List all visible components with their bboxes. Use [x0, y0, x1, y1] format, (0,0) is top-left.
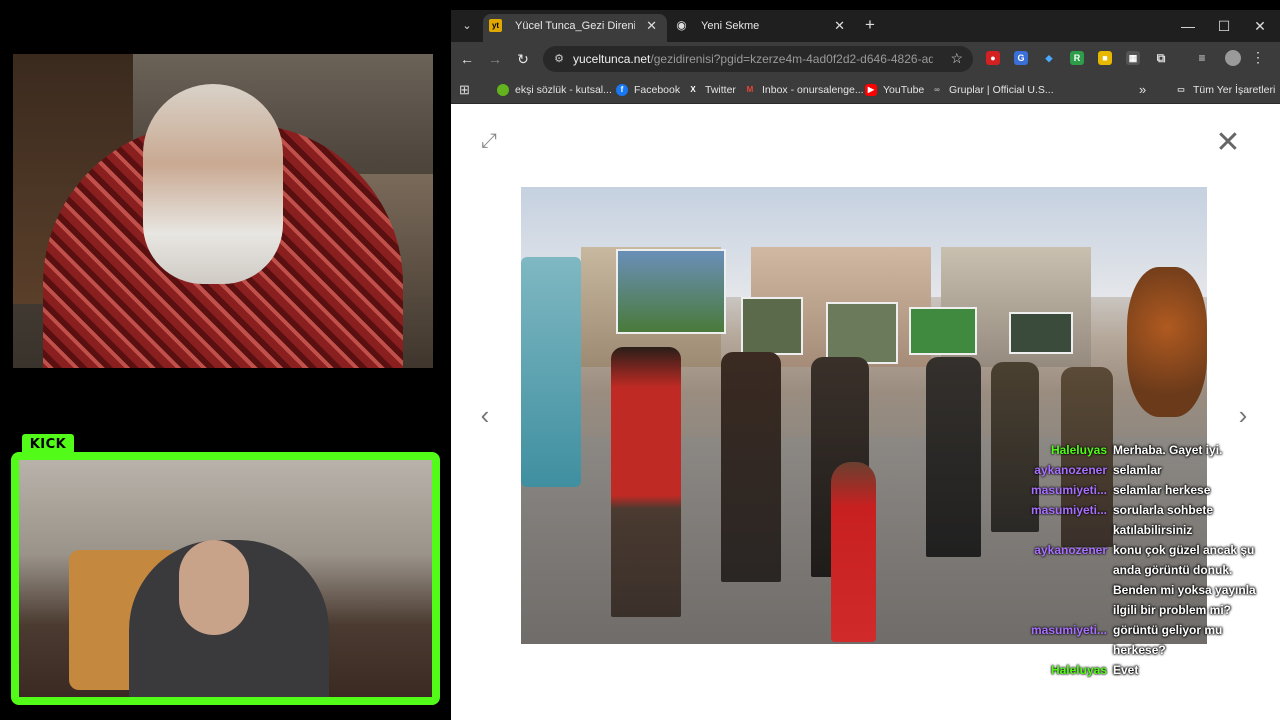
chat-text: selamlar: [1113, 463, 1162, 477]
photo-person: [926, 357, 981, 557]
chat-message: masumiyeti... görüntü geliyor mu herkese?: [1011, 620, 1273, 660]
next-arrow-icon[interactable]: ›: [1233, 400, 1253, 430]
chat-message: masumiyeti... sorularla sohbete katılabil…: [1011, 500, 1273, 540]
photo-person-red-jacket: [611, 347, 681, 617]
tab-new-tab[interactable]: ◉ Yeni Sekme ✕: [669, 14, 855, 42]
toolbar: ← → ↻ ⚙ yuceltunca.net/gezidirenisi?pgid…: [451, 42, 1280, 76]
tab-active[interactable]: yt Yücel Tunca_Gezi Direnişi_(20). ✕: [483, 14, 667, 42]
tab-search-icon[interactable]: ⌄: [457, 16, 477, 36]
youtube-icon: ▶: [865, 84, 877, 96]
notes-extension-icon[interactable]: ■: [1098, 51, 1112, 65]
back-icon[interactable]: ←: [457, 49, 477, 69]
media-icon[interactable]: ≡: [1195, 51, 1209, 65]
photo-child: [831, 462, 876, 642]
menu-icon[interactable]: ⋮: [1251, 49, 1265, 66]
chat-username: Haleluyas: [1050, 443, 1107, 457]
close-window-icon[interactable]: ✕: [1242, 10, 1278, 42]
chat-message: aykanozener konu çok güzel ancak şu anda …: [1011, 540, 1273, 620]
eksi-icon: [497, 84, 509, 96]
adblock-icon[interactable]: ●: [986, 51, 1000, 65]
close-lightbox-icon[interactable]: ✕: [1213, 128, 1243, 158]
webcam-host: [13, 54, 433, 368]
chat-username: aykanozener: [1034, 463, 1107, 477]
webcam-guest: [11, 452, 440, 705]
maximize-icon[interactable]: ☐: [1206, 10, 1242, 42]
chat-username: aykanozener: [1034, 543, 1107, 557]
tab-title: Yeni Sekme: [701, 20, 760, 32]
chat-message: Haleluyas Merhaba. Gayet iyi.: [1011, 440, 1273, 460]
folder-icon: ▭: [1177, 85, 1185, 94]
chat-text: görüntü geliyor mu herkese?: [1113, 623, 1223, 657]
more-bookmarks-icon[interactable]: »: [1139, 82, 1146, 98]
bookmark-gruplar[interactable]: ∞ Gruplar | Official U.S...: [931, 82, 1054, 98]
kick-logo: KICK: [22, 434, 74, 454]
chat-message: Haleluyas Evet: [1011, 660, 1273, 680]
tab-title: Yücel Tunca_Gezi Direnişi_(20).: [515, 20, 635, 32]
bookmark-facebook[interactable]: f Facebook: [616, 82, 680, 98]
profile-avatar[interactable]: [1225, 50, 1241, 66]
minimize-icon[interactable]: —: [1170, 10, 1206, 42]
bookmark-gmail[interactable]: M Inbox - onursalenge...: [744, 82, 864, 98]
photo-tree: [1127, 267, 1207, 417]
bookmarks-bar: ⊞ ekşi sözlük - kutsal... f Facebook X Twi…: [451, 76, 1280, 104]
page-content: ⤢ ✕ ‹ › Haleluyas Merhaba. Gayet iyi. ay…: [451, 104, 1280, 720]
apps-icon[interactable]: ⊞: [459, 82, 470, 98]
chat-text: sorularla sohbete katılabilirsiniz: [1113, 503, 1214, 537]
photo-sign: [909, 307, 977, 355]
gmail-icon: M: [746, 85, 754, 94]
chat-text: selamlar herkese: [1113, 483, 1211, 497]
all-bookmarks[interactable]: ▭ Tüm Yer İşaretleri: [1175, 82, 1275, 98]
close-tab-icon[interactable]: ✕: [834, 14, 845, 38]
yt-favicon-icon: yt: [489, 19, 502, 32]
chat-username: masumiyeti...: [1030, 483, 1107, 497]
url-text[interactable]: yuceltunca.net/gezidirenisi?pgid=kzerze4…: [573, 46, 933, 72]
chat-username: masumiyeti...: [1030, 503, 1107, 517]
reload-icon[interactable]: ↻: [513, 49, 533, 69]
site-info-icon[interactable]: ⚙: [551, 51, 567, 67]
chat-username: Haleluyas: [1050, 663, 1107, 677]
photo-sign: [741, 297, 803, 355]
chat-overlay: Haleluyas Merhaba. Gayet iyi. aykanozener s…: [1011, 440, 1273, 680]
host-face: [143, 84, 283, 284]
chat-username: masumiyeti...: [1030, 623, 1107, 637]
previous-arrow-icon[interactable]: ‹: [475, 400, 495, 430]
address-bar[interactable]: ⚙ yuceltunca.net/gezidirenisi?pgid=kzerz…: [543, 46, 973, 72]
bookmark-star-icon[interactable]: ☆: [950, 50, 963, 67]
chat-message: masumiyeti... selamlar herkese: [1011, 480, 1273, 500]
game-extension-icon[interactable]: ▦: [1126, 51, 1140, 65]
chrome-icon: ◉: [676, 18, 687, 32]
photo-bus: [521, 257, 581, 487]
link-icon: ∞: [934, 85, 940, 94]
photo-sign: [826, 302, 898, 364]
r-extension-icon[interactable]: R: [1070, 51, 1084, 65]
photo-sign: [616, 249, 726, 334]
chat-text: Evet: [1113, 663, 1139, 677]
diamond-icon[interactable]: ◆: [1042, 51, 1056, 65]
browser-window: ⌄ yt Yücel Tunca_Gezi Direnişi_(20). ✕ ◉…: [451, 10, 1280, 720]
facebook-icon: f: [616, 84, 628, 96]
forward-icon[interactable]: →: [485, 49, 505, 69]
chat-text: konu çok güzel ancak şu anda görüntü don…: [1113, 543, 1256, 617]
tab-bar: ⌄ yt Yücel Tunca_Gezi Direnişi_(20). ✕ ◉…: [451, 10, 1280, 42]
bookmark-eksi[interactable]: ekşi sözlük - kutsal...: [497, 82, 612, 98]
photo-person: [721, 352, 781, 582]
translate-icon[interactable]: G: [1014, 51, 1028, 65]
bookmark-twitter[interactable]: X Twitter: [687, 82, 736, 98]
chat-text: Merhaba. Gayet iyi.: [1113, 443, 1223, 457]
new-tab-button[interactable]: +: [859, 14, 881, 36]
x-icon: X: [690, 85, 696, 94]
close-tab-icon[interactable]: ✕: [646, 14, 657, 38]
chat-message: aykanozener selamlar: [1011, 460, 1273, 480]
expand-icon[interactable]: ⤢: [481, 130, 507, 156]
guest-face: [179, 540, 249, 635]
extensions-icon[interactable]: ⧉: [1154, 51, 1168, 65]
screen: KICK ⌄ yt Yücel Tunca_Gezi Direnişi_(20)…: [0, 0, 1280, 720]
photo-sign: [1009, 312, 1073, 354]
bookmark-youtube[interactable]: ▶ YouTube: [865, 82, 924, 98]
